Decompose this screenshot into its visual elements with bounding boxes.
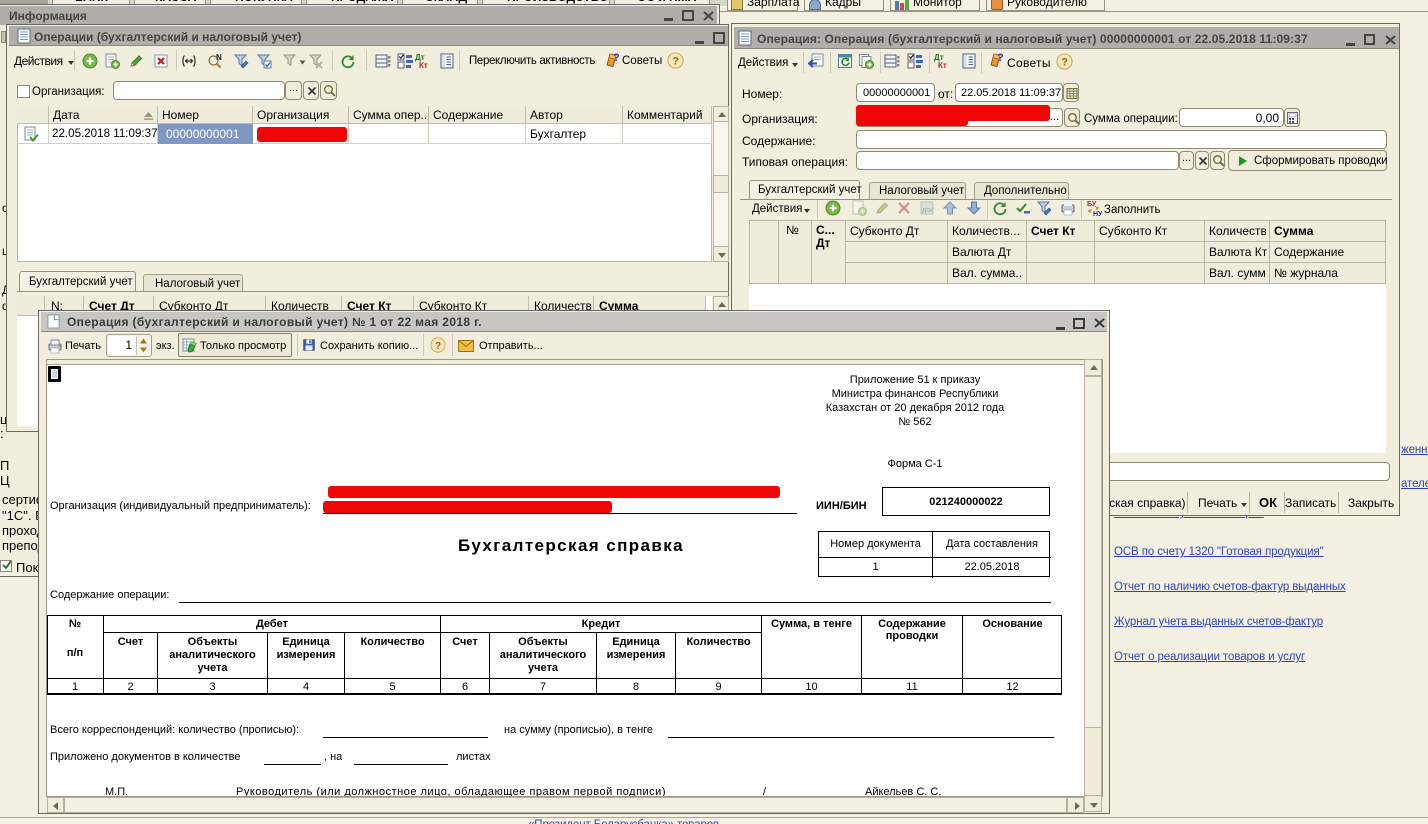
- svg-text:?: ?: [613, 52, 620, 64]
- svg-text:Кт: Кт: [419, 61, 428, 69]
- svg-text:Кт: Кт: [938, 61, 947, 69]
- svg-text:?: ?: [435, 341, 441, 352]
- svg-text:N: N: [216, 53, 222, 62]
- svg-text:?: ?: [1061, 57, 1068, 69]
- svg-text:док: док: [922, 207, 934, 214]
- svg-text:НУ: НУ: [1093, 211, 1102, 216]
- svg-text:?: ?: [997, 52, 1004, 64]
- svg-text:?: ?: [672, 56, 679, 68]
